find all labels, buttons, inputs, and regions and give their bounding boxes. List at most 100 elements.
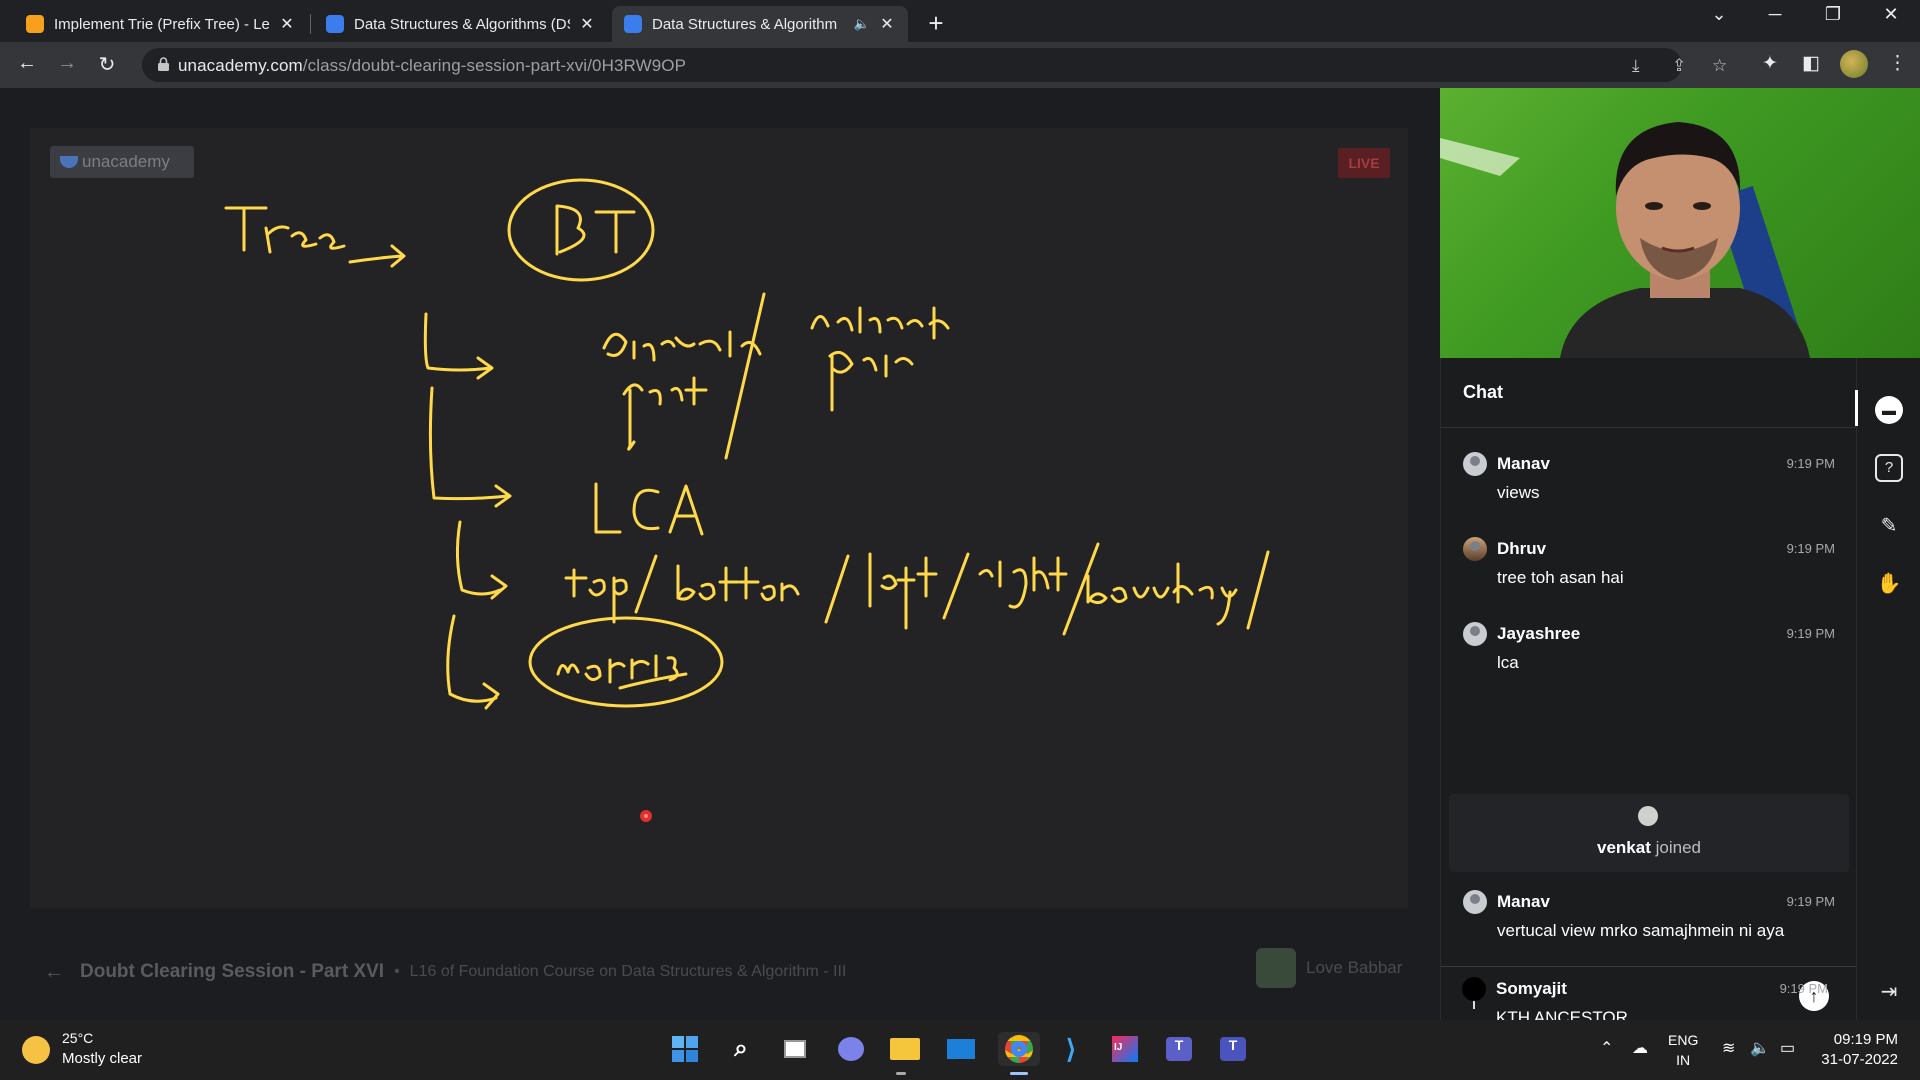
close-tab-icon[interactable]: ✕ [878, 14, 896, 34]
chat-username[interactable]: Manav [1497, 454, 1550, 474]
chat-text: tree toh asan hai [1497, 568, 1624, 587]
onedrive-cloud-icon[interactable]: ☁ [1632, 1038, 1648, 1058]
handwriting-tree [224, 206, 346, 254]
chat-text: views [1497, 483, 1540, 502]
handwriting-slash-5 [1062, 542, 1100, 636]
handwriting-bt [555, 204, 636, 256]
tab-title: Data Structures & Algorithm [652, 15, 838, 33]
bookmark-star-icon[interactable]: ☆ [1712, 56, 1727, 76]
language-code: ENG [1668, 1032, 1699, 1048]
back-arrow-icon[interactable]: ← [44, 961, 64, 984]
side-rail: ▬ ? ✎ ✋ ⇥ [1855, 358, 1920, 1020]
side-panel-icon[interactable]: ◧ [1802, 52, 1820, 75]
tab-dsa-active[interactable]: Data Structures & Algorithm 🔈 ✕ [612, 6, 908, 42]
url-text[interactable]: unacademy.com/class/doubt-clearing-sessi… [178, 56, 686, 76]
battery-icon[interactable]: ▭ [1780, 1038, 1795, 1058]
exit-icon[interactable]: ⇥ [1875, 978, 1903, 1006]
chat-timestamp: 9:19 PM [1786, 456, 1835, 471]
minimize-icon[interactable]: ─ [1752, 4, 1798, 25]
joined-username[interactable]: venkat [1597, 838, 1651, 857]
handwriting-slash-6 [1246, 550, 1270, 630]
handwriting-left [868, 552, 938, 630]
course-subtitle[interactable]: L16 of Foundation Course on Data Structu… [410, 963, 847, 981]
chat-message: Somyajit 9:19 PM KTH ANCESTOR [1440, 963, 1850, 1027]
wifi-icon[interactable]: ≋ [1722, 1038, 1735, 1058]
browser-toolbar: ← → ↻ unacademy.com/class/doubt-clearing… [0, 42, 1920, 88]
intellij-icon[interactable]: IJ [1108, 1032, 1142, 1066]
handwriting-top [564, 568, 628, 624]
chrome-icon[interactable] [998, 1032, 1040, 1066]
install-app-icon[interactable]: ⤓ [1632, 56, 1640, 76]
educator-info[interactable]: Love Babbar [1256, 948, 1402, 988]
handwriting-lca [594, 482, 704, 536]
doubts-icon[interactable]: ? [1875, 454, 1903, 482]
user-avatar [1463, 537, 1487, 561]
close-tab-icon[interactable]: ✕ [578, 14, 596, 34]
show-hidden-icons-icon[interactable]: ⌃ [1600, 1038, 1613, 1058]
tab-title: Data Structures & Algorithms (DS [354, 15, 570, 33]
handwriting-slash-3 [824, 554, 850, 624]
chat-username[interactable]: Dhruv [1497, 539, 1546, 559]
chat-icon[interactable]: ▬ [1875, 396, 1903, 424]
new-tab-button[interactable]: + [922, 8, 950, 39]
back-icon[interactable]: ← [12, 52, 42, 75]
url-host: unacademy.com [178, 56, 303, 75]
user-avatar [1462, 977, 1486, 1001]
teams-work-icon[interactable]: T [1216, 1032, 1250, 1066]
menu-kebab-icon[interactable]: ⋮ [1888, 52, 1907, 75]
leetcode-favicon-icon [26, 15, 44, 33]
profile-avatar[interactable] [1840, 50, 1868, 78]
chat-panel: Chat Manav 9:19 PM views Dhruv 9:19 PM t… [1440, 358, 1857, 1020]
chat-message: Manav 9:19 PM views [1441, 438, 1851, 518]
search-icon[interactable]: ⌕ [724, 1032, 758, 1066]
start-button[interactable] [668, 1032, 702, 1066]
chat-timestamp: 9:19 PM [1779, 981, 1828, 996]
chat-text: lca [1497, 653, 1519, 672]
windows-taskbar: 25°C Mostly clear ⌕ ⟩ IJ T T ⌃ ☁ ENG IN … [0, 1020, 1920, 1080]
share-icon[interactable]: ⇪ [1672, 56, 1686, 76]
volume-icon[interactable]: 🔈 [1750, 1038, 1770, 1058]
clock-date: 31-07-2022 [1821, 1051, 1898, 1068]
chat-username[interactable]: Manav [1497, 892, 1550, 912]
weather-widget[interactable]: 25°C Mostly clear [22, 1030, 142, 1067]
restore-icon[interactable]: ❐ [1810, 4, 1856, 25]
address-bar[interactable]: unacademy.com/class/doubt-clearing-sessi… [142, 48, 1727, 82]
handwriting-slash-4 [942, 552, 970, 620]
user-avatar-icon [1463, 452, 1487, 476]
lock-icon [158, 57, 169, 71]
teams-chat-icon[interactable] [834, 1032, 868, 1066]
handwriting-branch-2 [428, 386, 512, 508]
logo-text: unacademy [82, 152, 170, 171]
file-explorer-icon[interactable] [888, 1032, 922, 1066]
chat-username[interactable]: Somyajit [1496, 979, 1567, 999]
speaker-icon[interactable]: 🔈 [854, 16, 870, 32]
chat-username[interactable]: Jayashree [1497, 624, 1580, 644]
reload-icon[interactable]: ↻ [92, 52, 122, 77]
task-view-icon[interactable] [778, 1032, 812, 1066]
mail-icon[interactable] [944, 1032, 978, 1066]
forward-icon[interactable]: → [52, 52, 82, 75]
url-path: /class/doubt-clearing-session-part-xvi/0… [302, 56, 687, 75]
joined-line: venkat joined [1449, 838, 1849, 858]
raise-hand-icon[interactable]: ✋ [1875, 570, 1903, 598]
extensions-icon[interactable]: ✦ [1762, 52, 1778, 75]
notes-icon[interactable]: ✎ [1875, 512, 1903, 540]
whiteboard-drawing [224, 178, 1270, 822]
teams-icon[interactable]: T [1162, 1032, 1196, 1066]
close-tab-icon[interactable]: ✕ [278, 14, 296, 34]
tab-leetcode[interactable]: Implement Trie (Prefix Tree) - Lee ✕ [14, 6, 308, 42]
clock[interactable]: 09:19 PM 31-07-2022 [1818, 1030, 1898, 1070]
chat-text: vertucal view mrko samajhmein ni aya [1497, 921, 1785, 940]
tab-search-icon[interactable]: ⌄ [1696, 4, 1742, 25]
language-indicator[interactable]: ENG IN [1668, 1030, 1698, 1070]
chat-message: Manav 9:19 PM vertucal view mrko samajhm… [1441, 876, 1851, 956]
unacademy-logo: unacademy [50, 146, 194, 178]
handwriting-branch-4 [446, 614, 500, 710]
handwriting-fast [622, 376, 708, 451]
vscode-icon[interactable]: ⟩ [1054, 1032, 1088, 1066]
handwriting-branch-3 [455, 520, 508, 600]
tab-dsa-1[interactable]: Data Structures & Algorithms (DS ✕ [314, 6, 608, 42]
close-window-icon[interactable]: ✕ [1868, 4, 1914, 25]
handwriting-right [978, 556, 1068, 609]
chat-timestamp: 9:19 PM [1786, 894, 1835, 909]
